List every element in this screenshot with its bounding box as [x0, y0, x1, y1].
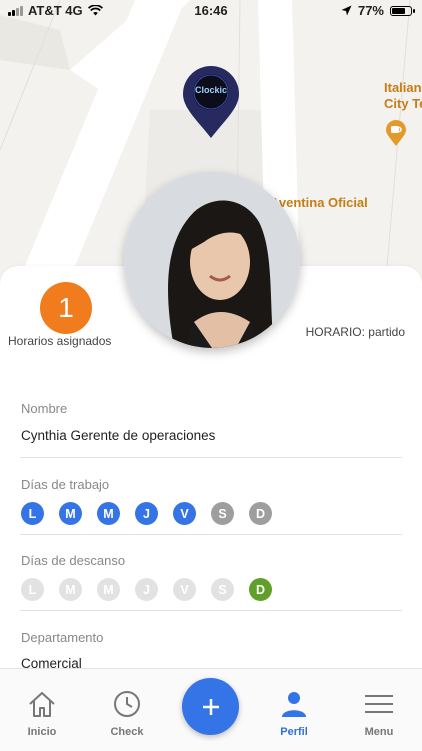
- tab-menu-label: Menu: [364, 726, 394, 738]
- battery-icon: [390, 5, 415, 16]
- user-icon: [278, 689, 310, 719]
- divider: [20, 534, 402, 535]
- map-pin-icon[interactable]: Clockic: [183, 66, 239, 138]
- status-right-group: 77%: [341, 3, 415, 18]
- day-chip-s: S: [211, 578, 234, 601]
- workdays-row: LMMJVSD: [21, 502, 272, 525]
- poi-label-aventina[interactable]: Aventina Oficial: [270, 195, 368, 210]
- day-chip-v: V: [173, 578, 196, 601]
- carrier-name: AT&T 4G: [28, 3, 83, 18]
- add-button[interactable]: [182, 678, 239, 735]
- signal-icon: [8, 5, 23, 16]
- avatar: [124, 172, 300, 348]
- assigned-count-label: Horarios asignados: [8, 334, 112, 348]
- day-chip-j: J: [135, 578, 158, 601]
- pin-logo-text: Clockic: [194, 85, 227, 95]
- workdays-label: Días de trabajo: [21, 477, 110, 492]
- day-chip-d: D: [249, 502, 272, 525]
- schedule-type: HORARIO: partido: [305, 325, 405, 339]
- day-chip-m: M: [97, 502, 120, 525]
- day-chip-v: V: [173, 502, 196, 525]
- poi-label-italian[interactable]: Italian City Te: [384, 80, 422, 112]
- restdays-label: Días de descanso: [21, 553, 126, 568]
- day-chip-l: L: [21, 578, 44, 601]
- day-chip-s: S: [211, 502, 234, 525]
- day-chip-m: M: [97, 578, 120, 601]
- tab-menu[interactable]: Menu: [337, 669, 421, 751]
- clock-icon: [111, 689, 143, 719]
- hamburger-menu-icon: [363, 689, 395, 719]
- tab-home-label: Inicio: [27, 726, 57, 738]
- restdays-row: LMMJVSD: [21, 578, 272, 601]
- day-chip-j: J: [135, 502, 158, 525]
- wifi-icon: [87, 5, 103, 16]
- battery-percent: 77%: [357, 3, 384, 18]
- location-arrow-icon: [341, 5, 352, 16]
- tab-home[interactable]: Inicio: [0, 669, 84, 751]
- coffee-cup-icon[interactable]: [386, 120, 406, 146]
- divider: [20, 457, 402, 458]
- home-icon: [26, 689, 58, 719]
- department-label: Departamento: [21, 630, 104, 645]
- name-label: Nombre: [21, 401, 68, 416]
- assigned-count-badge: 1: [40, 282, 92, 334]
- divider: [20, 610, 402, 611]
- plus-icon: [202, 698, 219, 715]
- tab-profile-label: Perfil: [280, 726, 308, 738]
- name-value: Cynthia Gerente de operaciones: [21, 428, 216, 443]
- day-chip-m: M: [59, 502, 82, 525]
- tab-check-label: Check: [110, 726, 144, 738]
- tab-check[interactable]: Check: [85, 669, 169, 751]
- day-chip-d: D: [249, 578, 272, 601]
- carrier-group: AT&T 4G: [8, 3, 103, 18]
- status-bar: AT&T 4G 16:46 77%: [0, 0, 422, 24]
- tab-profile[interactable]: Perfil: [252, 669, 336, 751]
- day-chip-m: M: [59, 578, 82, 601]
- day-chip-l: L: [21, 502, 44, 525]
